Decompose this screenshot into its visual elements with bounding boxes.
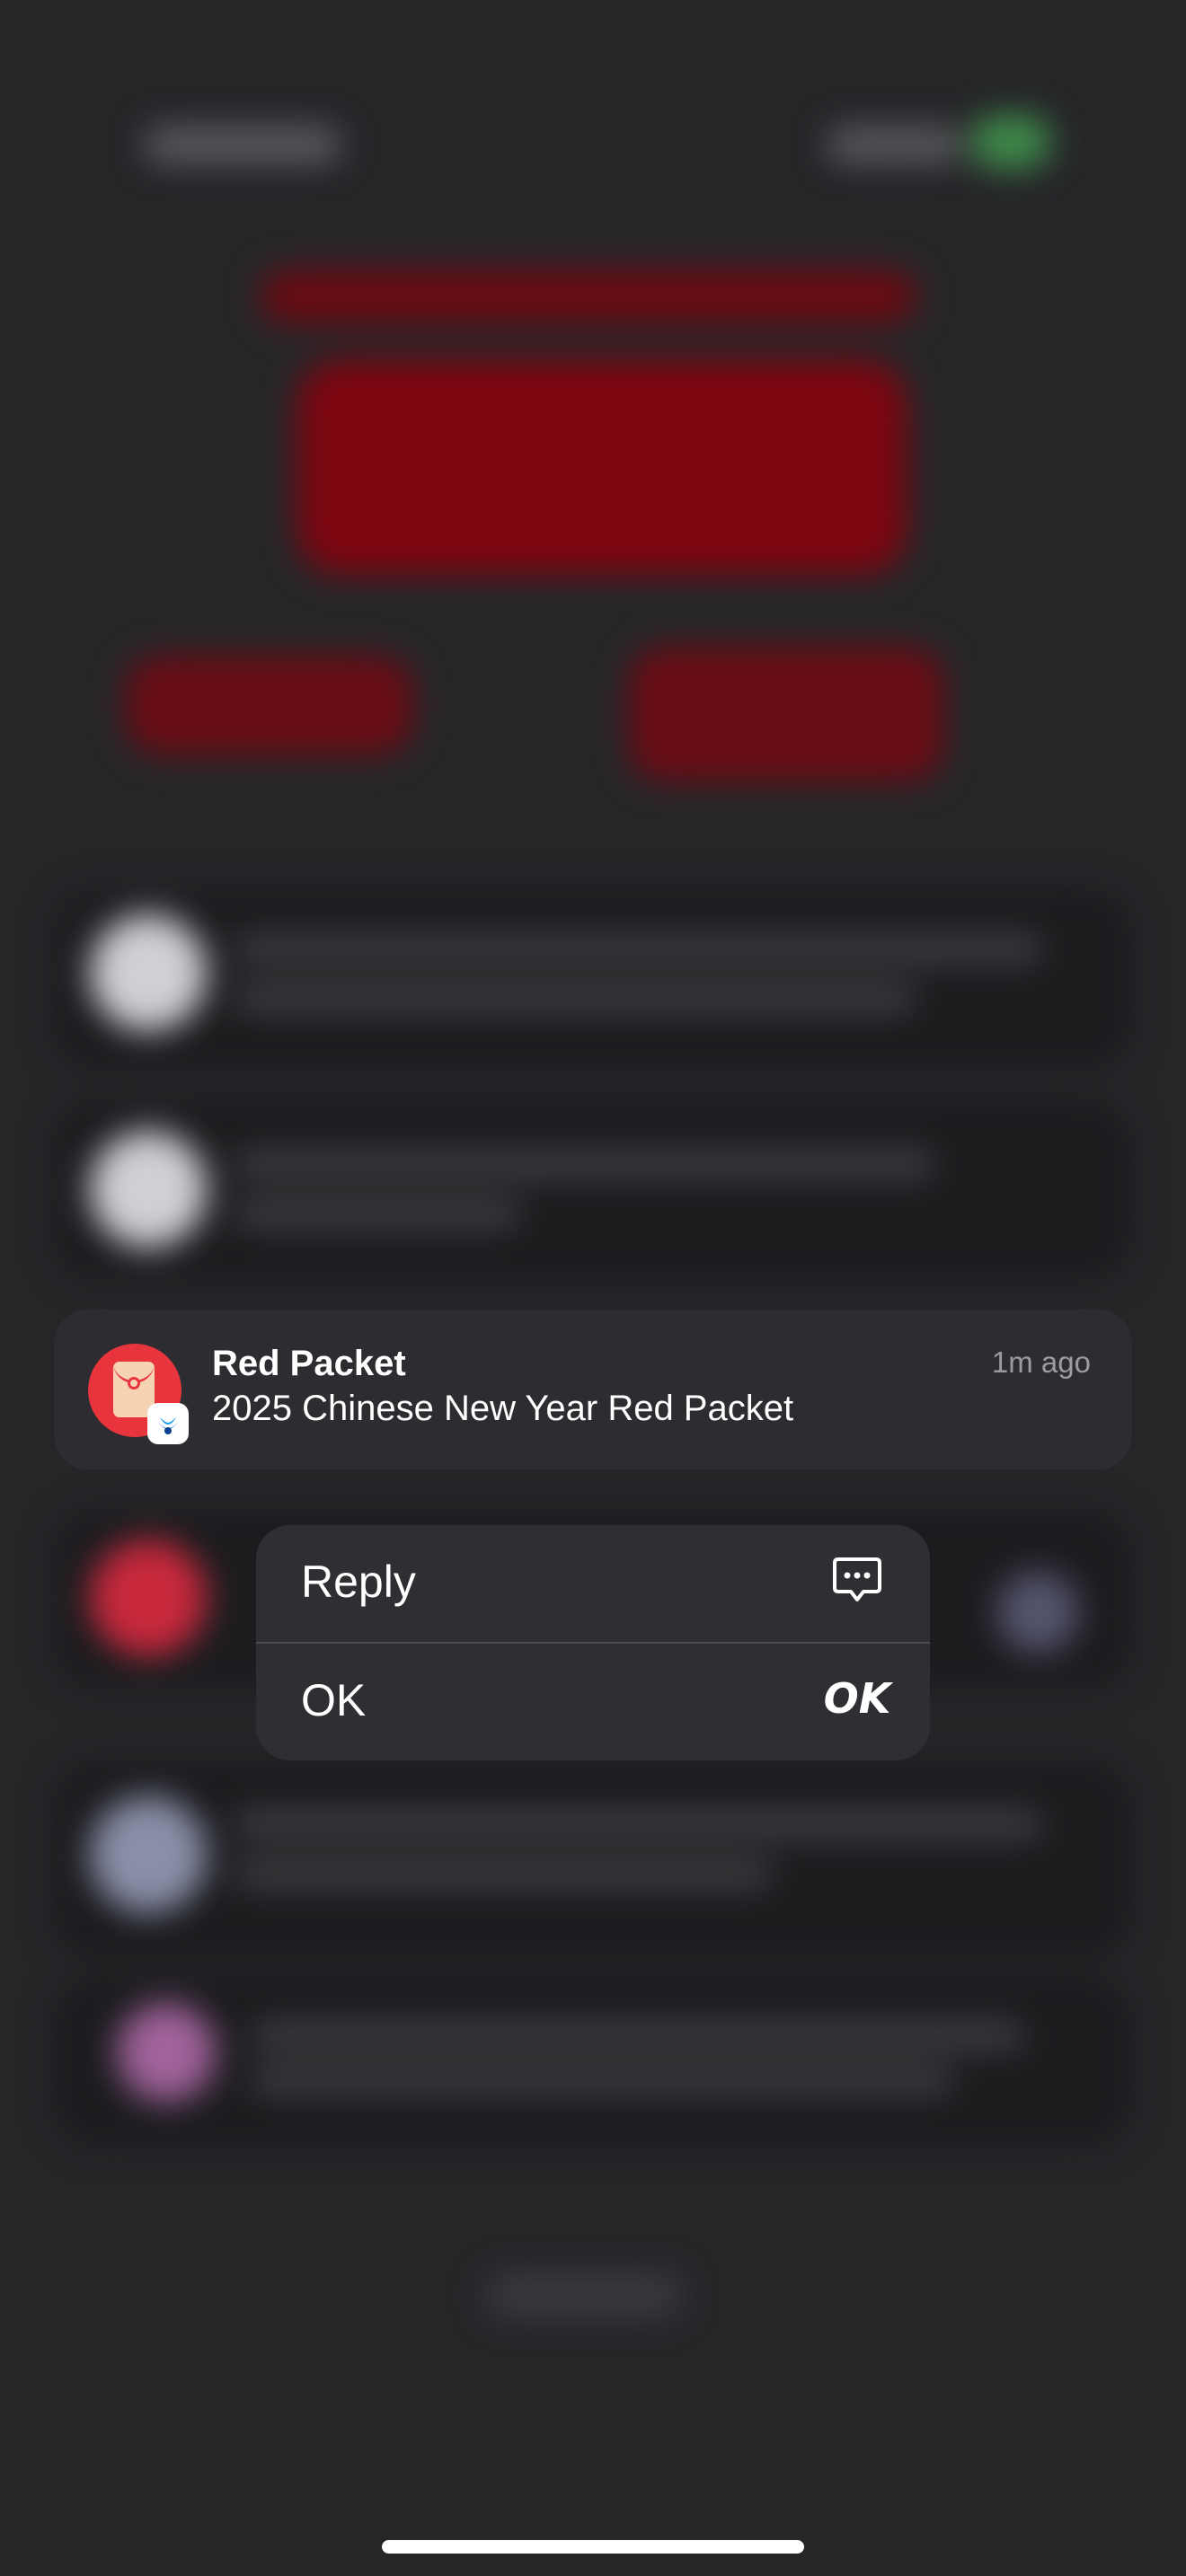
reply-action[interactable]: Reply	[256, 1525, 930, 1642]
avatar	[90, 1796, 207, 1913]
avatar	[90, 1539, 207, 1656]
notification-card-blurred	[54, 889, 1132, 1069]
red-packet-notification[interactable]: Red Packet 2025 Chinese New Year Red Pac…	[54, 1310, 1132, 1469]
avatar	[117, 2003, 216, 2102]
ok-action[interactable]: OK OK	[256, 1644, 930, 1760]
blurred-background	[0, 0, 1186, 2576]
avatar	[997, 1572, 1078, 1653]
reply-label: Reply	[301, 1557, 416, 1607]
status-bar-signal-blurred	[827, 126, 961, 163]
notification-timestamp: 1m ago	[991, 1345, 1091, 1379]
source-app-badge-icon	[147, 1403, 189, 1444]
notification-card-blurred	[54, 1100, 1132, 1280]
message-reply-icon	[829, 1552, 885, 1608]
blurred-text-line	[234, 1150, 934, 1178]
widget-left-blurred	[126, 656, 413, 754]
ok-icon: OK	[824, 1671, 891, 1726]
lock-screen: Red Packet 2025 Chinese New Year Red Pac…	[0, 0, 1186, 2576]
battery-icon	[970, 115, 1051, 169]
blurred-text-line	[234, 1859, 773, 1888]
blurred-text-line	[234, 1810, 1042, 1839]
avatar	[90, 914, 207, 1031]
home-indicator[interactable]	[382, 2540, 804, 2554]
notification-card-blurred	[54, 1760, 1132, 1958]
blurred-text-line	[234, 934, 1042, 963]
lock-screen-clock-blurred	[296, 359, 907, 575]
notification-action-menu: Reply OK OK	[256, 1525, 930, 1760]
avatar	[90, 1131, 207, 1248]
blurred-text-line	[252, 2066, 952, 2095]
blurred-text-line	[252, 2021, 1024, 2050]
notification-body: 2025 Chinese New Year Red Packet	[212, 1389, 794, 1428]
blurred-bottom-element	[485, 2272, 683, 2317]
lock-screen-date-blurred	[261, 269, 916, 323]
status-bar-time-blurred	[144, 126, 341, 163]
notification-title: Red Packet	[212, 1344, 406, 1383]
blurred-text-line	[234, 1199, 521, 1228]
notification-card-blurred	[54, 1976, 1132, 2147]
widget-right-blurred	[629, 647, 943, 781]
ok-icon-glyph: OK	[823, 1674, 891, 1723]
ok-label: OK	[301, 1675, 367, 1725]
blurred-text-line	[234, 984, 916, 1012]
